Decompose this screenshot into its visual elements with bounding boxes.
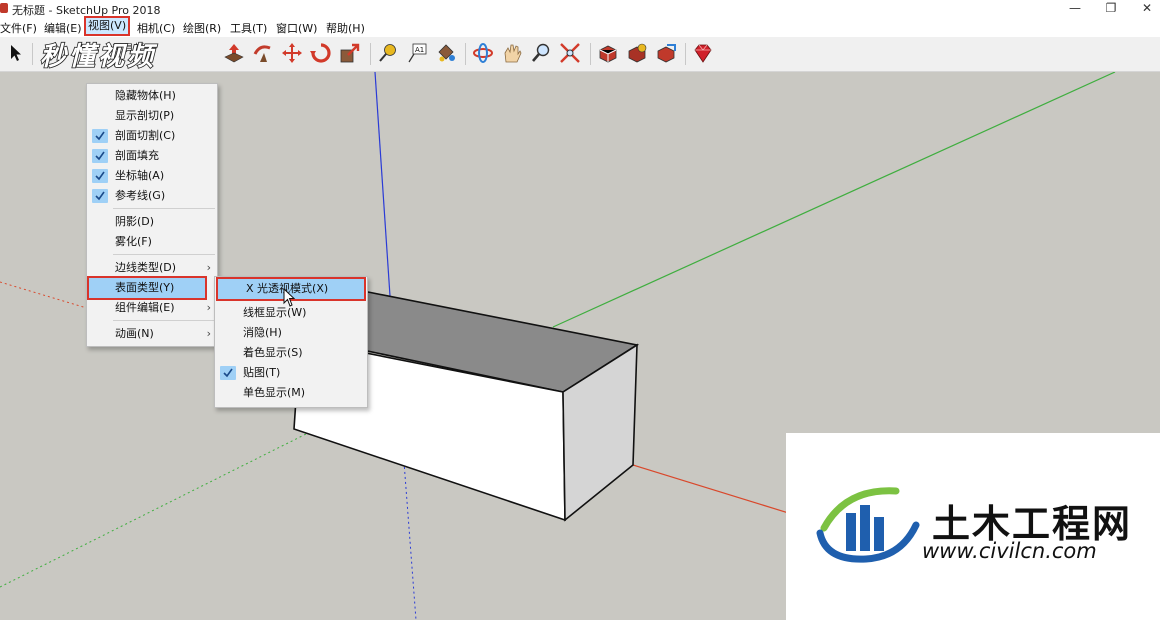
menu-item-guides[interactable]: 参考线(G): [87, 186, 217, 206]
menu-item-monochrome[interactable]: 单色显示(M): [215, 383, 367, 403]
tape-measure-icon[interactable]: [376, 41, 400, 65]
check-icon: [92, 169, 108, 183]
rotate-icon[interactable]: [309, 41, 333, 65]
follow-me-icon[interactable]: [251, 41, 275, 65]
scale-icon[interactable]: [338, 41, 362, 65]
submenu-arrow-icon: ›: [206, 261, 211, 274]
window-title: 无标题 - SketchUp Pro 2018: [12, 4, 161, 17]
menu-file[interactable]: 文件(F): [0, 20, 37, 36]
menu-tools[interactable]: 工具(T): [230, 20, 267, 36]
move-icon[interactable]: [280, 41, 304, 65]
check-icon: [92, 149, 108, 163]
pan-icon[interactable]: [500, 41, 524, 65]
green-axis-negative: [0, 421, 331, 588]
menu-item-show-section-planes[interactable]: 显示剖切(P): [87, 106, 217, 126]
menu-edit[interactable]: 编辑(E): [44, 20, 82, 36]
sketchup-app-icon: [0, 3, 8, 13]
toolbar-separator: [465, 43, 466, 65]
mouse-cursor-icon: [283, 288, 296, 307]
share-component-icon[interactable]: [625, 41, 649, 65]
site-url: www.civilcn.com: [922, 539, 1097, 563]
menu-item-edge-style[interactable]: 边线类型(D) ›: [87, 258, 217, 278]
menu-item-component-edit[interactable]: 组件编辑(E) ›: [87, 298, 217, 318]
menu-window[interactable]: 窗口(W): [276, 20, 317, 36]
blue-axis-negative: [403, 461, 417, 620]
paint-bucket-icon[interactable]: [434, 41, 458, 65]
toolbar-separator: [32, 43, 33, 65]
green-axis-positive: [552, 72, 1116, 328]
blue-axis-positive: [374, 72, 391, 297]
red-axis-positive: [632, 464, 796, 516]
menu-separator: [113, 208, 215, 209]
check-icon: [92, 129, 108, 143]
push-pull-icon[interactable]: [222, 41, 246, 65]
menu-item-shadows[interactable]: 阴影(D): [87, 212, 217, 232]
restore-button[interactable]: ❐: [1096, 1, 1126, 15]
menu-item-hidden-line[interactable]: 消隐(H): [215, 323, 367, 343]
menu-camera[interactable]: 相机(C): [137, 20, 175, 36]
submenu-arrow-icon: ›: [206, 301, 211, 314]
menu-item-textures[interactable]: 贴图(T): [215, 363, 367, 383]
menu-separator: [113, 254, 215, 255]
extension-warehouse-icon[interactable]: [691, 41, 715, 65]
menu-item-section-fill[interactable]: 剖面填充: [87, 146, 217, 166]
menu-item-axes[interactable]: 坐标轴(A): [87, 166, 217, 186]
zoom-extents-icon[interactable]: [558, 41, 582, 65]
check-icon: [220, 366, 236, 380]
menu-item-face-style[interactable]: 表面类型(Y): [87, 276, 207, 300]
toolbar-separator: [590, 43, 591, 65]
orbit-icon[interactable]: [471, 41, 495, 65]
toolbar-separator: [685, 43, 686, 65]
menu-view[interactable]: 视图(V): [83, 16, 131, 36]
menu-bar: 文件(F) 编辑(E) 视图(V) 相机(C) 绘图(R) 工具(T) 窗口(W…: [0, 16, 1160, 37]
menu-item-fog[interactable]: 雾化(F): [87, 232, 217, 252]
close-button[interactable]: ✕: [1132, 1, 1160, 15]
select-arrow-icon[interactable]: [4, 41, 28, 65]
menu-item-hide-objects[interactable]: 隐藏物体(H): [87, 86, 217, 106]
text-icon[interactable]: A1: [405, 41, 429, 65]
minimize-button[interactable]: —: [1060, 1, 1090, 15]
menu-draw[interactable]: 绘图(R): [183, 20, 221, 36]
video-watermark-text: 秒懂视频: [40, 42, 158, 72]
zoom-icon[interactable]: [529, 41, 553, 65]
menu-separator: [113, 320, 215, 321]
menu-item-animation[interactable]: 动画(N) ›: [87, 324, 217, 344]
3d-warehouse-icon[interactable]: [596, 41, 620, 65]
site-logo-icon: [816, 487, 920, 563]
menu-item-section-cuts[interactable]: 剖面切割(C): [87, 126, 217, 146]
view-menu-dropdown: 隐藏物体(H) 显示剖切(P) 剖面切割(C) 剖面填充 坐标轴(A) 参考线(…: [86, 83, 218, 347]
submenu-arrow-icon: ›: [206, 327, 211, 340]
video-watermark-logo: 秒懂视频: [38, 38, 216, 73]
menu-help[interactable]: 帮助(H): [326, 20, 365, 36]
site-watermark: 土木工程网 www.civilcn.com: [786, 433, 1160, 620]
toolbar-separator: [370, 43, 371, 65]
share-model-icon[interactable]: [654, 41, 678, 65]
svg-text:A1: A1: [415, 46, 424, 54]
check-icon: [92, 189, 108, 203]
menu-item-shaded[interactable]: 着色显示(S): [215, 343, 367, 363]
title-bar: 无标题 - SketchUp Pro 2018 — ❐ ✕: [0, 0, 1160, 17]
